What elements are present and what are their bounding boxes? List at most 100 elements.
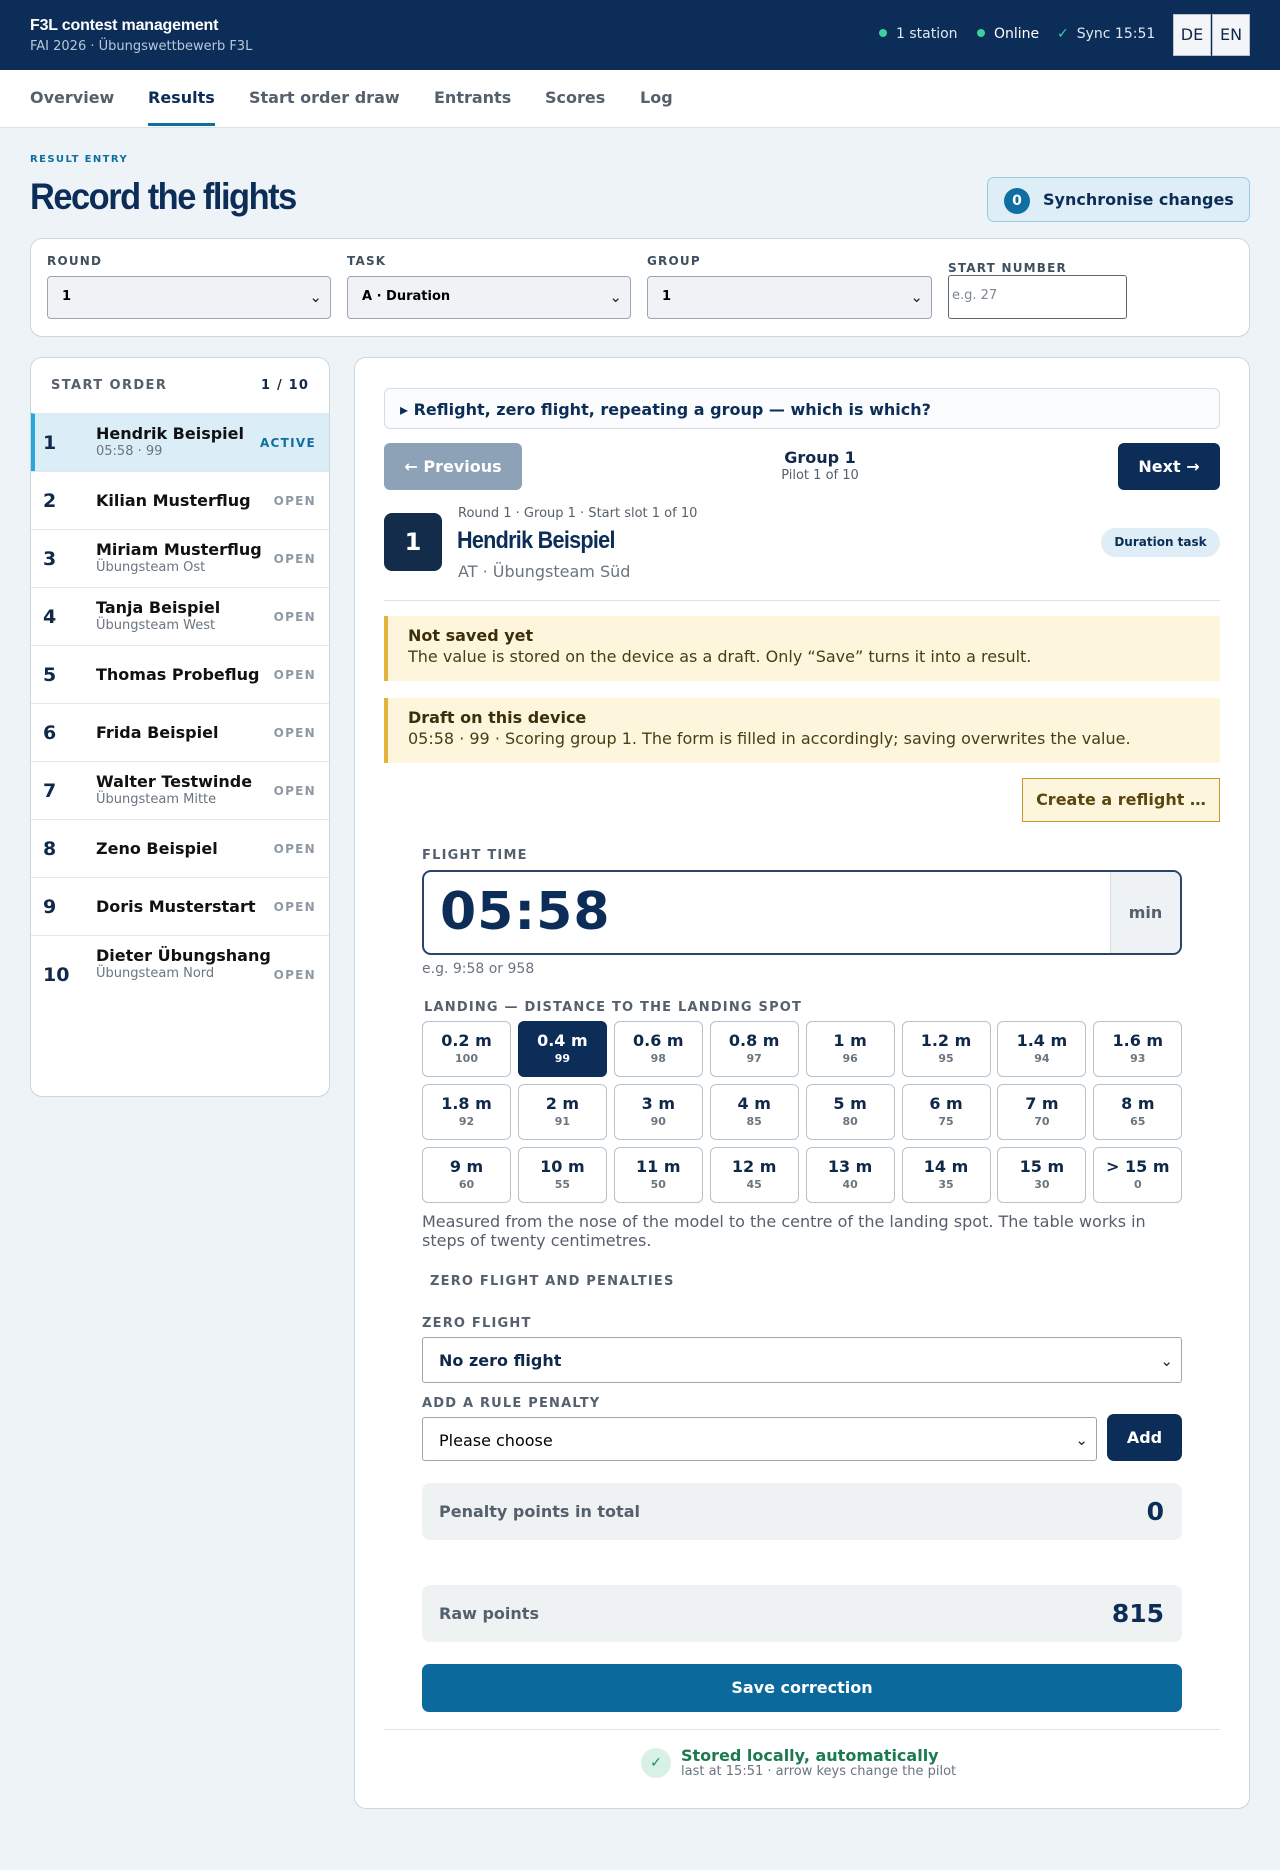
landing-label: LANDING — DISTANCE TO THE LANDING SPOT xyxy=(424,1000,803,1015)
landing-option[interactable]: 0.4 m 99 xyxy=(517,1021,607,1077)
pilot-name: Kilian Musterflug xyxy=(96,491,251,510)
group-select[interactable]: 1 ⌄ xyxy=(647,276,932,319)
status-label: OPEN xyxy=(273,494,316,508)
start-order-item[interactable]: 4 Tanja Beispiel Übungsteam West OPEN xyxy=(31,587,329,645)
landing-option[interactable]: > 15 m 0 xyxy=(1093,1147,1183,1203)
tab-entrants[interactable]: Entrants xyxy=(434,88,511,107)
sync-status: ✓ Sync 15:51 xyxy=(1057,26,1155,42)
flight-time-hint: e.g. 9:58 or 958 xyxy=(422,961,535,977)
landing-option[interactable]: 3 m 90 xyxy=(613,1084,703,1140)
landing-points: 80 xyxy=(842,1115,858,1128)
pilot-name: Doris Musterstart xyxy=(96,897,256,916)
penalty-total-label: Penalty points in total xyxy=(439,1502,640,1521)
divider xyxy=(384,600,1220,601)
start-order-item[interactable]: 9 Doris Musterstart OPEN xyxy=(31,877,329,935)
lang-de-button[interactable]: DE xyxy=(1173,14,1211,56)
lang-en-button[interactable]: EN xyxy=(1212,14,1250,56)
penalty-select[interactable]: Please choose ⌄ xyxy=(422,1417,1097,1461)
pilot-detail: Übungsteam Ost xyxy=(96,560,206,575)
landing-option[interactable]: 0.2 m 100 xyxy=(422,1021,511,1077)
landing-distance: 14 m xyxy=(923,1157,969,1176)
task-value: A · Duration xyxy=(362,289,451,304)
landing-option[interactable]: 0.6 m 98 xyxy=(613,1021,703,1077)
landing-distance: 7 m xyxy=(1025,1094,1059,1113)
landing-option[interactable]: 11 m 50 xyxy=(613,1147,703,1203)
landing-distance: 15 m xyxy=(1019,1157,1065,1176)
start-slot-number: 10 xyxy=(43,964,70,986)
landing-option[interactable]: 1.6 m 93 xyxy=(1093,1021,1183,1077)
round-label: ROUND xyxy=(47,254,103,268)
pending-count-badge: 0 xyxy=(1004,188,1030,214)
add-penalty-button[interactable]: Add xyxy=(1107,1414,1182,1461)
create-reflight-button[interactable]: Create a reflight … xyxy=(1022,778,1220,822)
landing-distance: 6 m xyxy=(929,1094,963,1113)
start-slot-number: 6 xyxy=(43,722,57,744)
landing-option[interactable]: 2 m 91 xyxy=(517,1084,607,1140)
landing-option[interactable]: 5 m 80 xyxy=(805,1084,895,1140)
synchronise-button[interactable]: 0 Synchronise changes xyxy=(987,177,1250,222)
flight-time-unit: min xyxy=(1110,872,1180,953)
previous-button[interactable]: ← Previous xyxy=(384,443,522,490)
tab-start-order-draw[interactable]: Start order draw xyxy=(249,88,400,107)
start-slot-number: 9 xyxy=(43,896,57,918)
tab-log[interactable]: Log xyxy=(640,88,673,107)
flight-time-input[interactable]: 05:58 min xyxy=(422,870,1182,955)
start-order-item[interactable]: 6 Frida Beispiel OPEN xyxy=(31,703,329,761)
pilot-name: Walter Testwinde xyxy=(96,772,253,791)
sync-time: Sync 15:51 xyxy=(1076,26,1156,42)
round-select[interactable]: 1 ⌄ xyxy=(47,276,331,319)
status-label: OPEN xyxy=(273,610,316,624)
rules-disclosure[interactable]: ▸ Reflight, zero flight, repeating a gro… xyxy=(384,388,1220,429)
landing-option[interactable]: 7 m 70 xyxy=(997,1084,1087,1140)
raw-points-label: Raw points xyxy=(439,1604,539,1623)
station-count: 1 station xyxy=(896,26,958,42)
landing-option[interactable]: 6 m 75 xyxy=(901,1084,991,1140)
zero-flight-label: ZERO FLIGHT xyxy=(422,1316,532,1331)
zero-flight-select[interactable]: No zero flight ⌄ xyxy=(422,1337,1182,1383)
landing-option[interactable]: 14 m 35 xyxy=(901,1147,991,1203)
start-number-input[interactable]: e.g. 27 xyxy=(948,275,1127,319)
landing-distance: 0.8 m xyxy=(728,1031,780,1050)
start-order-item[interactable]: 2 Kilian Musterflug OPEN xyxy=(31,471,329,529)
unsaved-notice: Not saved yet The value is stored on the… xyxy=(384,616,1220,681)
save-correction-button[interactable]: Save correction xyxy=(422,1664,1182,1712)
group-value: 1 xyxy=(662,289,672,304)
draft-notice: Draft on this device 05:58 · 99 · Scorin… xyxy=(384,698,1220,763)
landing-option[interactable]: 1.4 m 94 xyxy=(997,1021,1087,1077)
section-eyebrow: RESULT ENTRY xyxy=(30,154,129,165)
start-order-item[interactable]: 10 Dieter Übungshang Übungsteam Nord OPEN xyxy=(31,935,329,1013)
landing-option[interactable]: 8 m 65 xyxy=(1093,1084,1183,1140)
landing-points: 35 xyxy=(938,1178,954,1191)
notice-title: Not saved yet xyxy=(408,626,534,645)
status-dot-icon xyxy=(977,29,985,37)
landing-option[interactable]: 1.8 m 92 xyxy=(422,1084,511,1140)
landing-points: 60 xyxy=(458,1178,475,1191)
start-order-item[interactable]: 3 Miriam Musterflug Übungsteam Ost OPEN xyxy=(31,529,329,587)
next-button[interactable]: Next → xyxy=(1118,443,1220,490)
landing-distance: 4 m xyxy=(737,1094,771,1113)
landing-option[interactable]: 15 m 30 xyxy=(997,1147,1087,1203)
tab-scores[interactable]: Scores xyxy=(545,88,605,107)
start-order-item[interactable]: 5 Thomas Probeflug OPEN xyxy=(31,645,329,703)
landing-option[interactable]: 1.2 m 95 xyxy=(901,1021,991,1077)
task-select[interactable]: A · Duration ⌄ xyxy=(347,276,631,319)
landing-points: 91 xyxy=(554,1115,571,1128)
zero-flight-section-title: ZERO FLIGHT AND PENALTIES xyxy=(430,1274,675,1289)
flight-time-value: 05:58 xyxy=(440,882,611,942)
landing-option[interactable]: 4 m 85 xyxy=(709,1084,799,1140)
start-order-item[interactable]: 8 Zeno Beispiel OPEN xyxy=(31,819,329,877)
start-order-item[interactable]: 7 Walter Testwinde Übungsteam Mitte OPEN xyxy=(31,761,329,819)
landing-option[interactable]: 9 m 60 xyxy=(422,1147,511,1203)
start-order-item[interactable]: 1 Hendrik Beispiel 05:58 · 99 ACTIVE xyxy=(31,413,329,471)
raw-points-value: 815 xyxy=(1111,1599,1164,1628)
landing-option[interactable]: 12 m 45 xyxy=(709,1147,799,1203)
tab-results[interactable]: Results xyxy=(148,88,215,107)
tab-overview[interactable]: Overview xyxy=(30,88,114,107)
landing-option[interactable]: 13 m 40 xyxy=(805,1147,895,1203)
start-order-count: 1 / 10 xyxy=(261,378,310,393)
landing-option[interactable]: 10 m 55 xyxy=(517,1147,607,1203)
landing-option[interactable]: 0.8 m 97 xyxy=(709,1021,799,1077)
landing-option[interactable]: 1 m 96 xyxy=(805,1021,895,1077)
landing-points: 70 xyxy=(1034,1115,1050,1128)
notice-text: 05:58 · 99 · Scoring group 1. The form i… xyxy=(408,729,1131,748)
